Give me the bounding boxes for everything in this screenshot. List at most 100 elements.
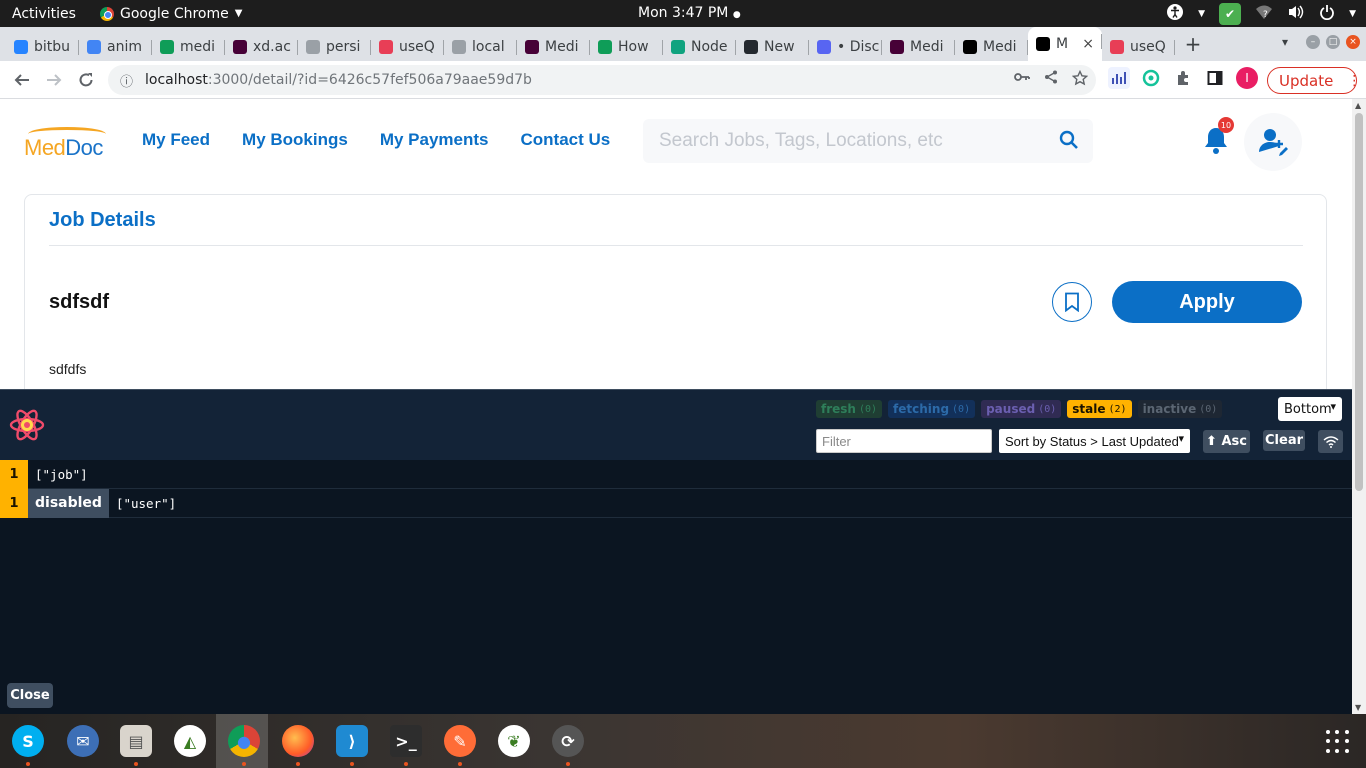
browser-tab[interactable]: local <box>444 33 517 61</box>
page-scrollbar[interactable]: ▲ ▼ <box>1352 99 1366 714</box>
svg-text:?: ? <box>1263 10 1268 20</box>
system-top-bar: Activities Google Chrome ▼ Mon 3:47 PM ●… <box>0 0 1366 27</box>
skype-icon[interactable]: S <box>10 723 46 766</box>
query-row[interactable]: 1 ["job"] <box>0 459 1352 489</box>
chevron-down-icon: ▼ <box>1349 9 1356 19</box>
files-icon[interactable]: ▤ <box>118 723 154 766</box>
tab-search-chevron-icon[interactable]: ▾ <box>1282 35 1288 49</box>
terminal-icon[interactable]: >_ <box>388 723 424 766</box>
browser-tab[interactable]: New <box>736 33 809 61</box>
firefox-icon[interactable] <box>280 723 316 766</box>
clear-cache-button[interactable]: Clear <box>1263 430 1305 451</box>
close-window-button[interactable]: × <box>1346 35 1360 49</box>
side-panel-icon[interactable] <box>1204 67 1226 89</box>
share-icon[interactable] <box>1044 70 1058 90</box>
nav-my-payments[interactable]: My Payments <box>380 130 489 150</box>
chevron-down-icon: ▼ <box>234 8 243 19</box>
sort-select[interactable]: Sort by Status > Last Updated ▾ <box>999 429 1190 453</box>
new-tab-button[interactable]: + <box>1175 32 1211 56</box>
vscode-icon[interactable]: ⟩ <box>334 723 370 766</box>
chrome-icon[interactable]: ● <box>226 723 262 766</box>
back-button[interactable] <box>6 64 38 96</box>
search-input[interactable] <box>659 130 1039 152</box>
search-icon[interactable] <box>1059 130 1079 154</box>
scroll-up-arrow-icon[interactable]: ▲ <box>1355 101 1361 110</box>
scroll-down-arrow-icon[interactable]: ▼ <box>1355 703 1361 712</box>
save-job-button[interactable] <box>1052 282 1092 322</box>
mail-icon[interactable]: ✉ <box>65 723 101 759</box>
browser-toolbar: ⓘ localhost:3000/detail/?id=6426c57fef50… <box>0 61 1366 99</box>
discord-icon <box>817 40 831 54</box>
postman-icon[interactable]: ✎ <box>442 723 478 766</box>
tab-title: medi <box>180 39 216 55</box>
browser-tab[interactable]: medi <box>152 33 225 61</box>
app-menu[interactable]: Google Chrome ▼ <box>100 6 242 22</box>
apply-button[interactable]: Apply <box>1112 281 1302 323</box>
activities-button[interactable]: Activities <box>0 6 94 22</box>
chrome-update-button[interactable]: Update ⋮ <box>1267 67 1361 94</box>
key-icon[interactable] <box>1014 70 1030 90</box>
panel-position-select[interactable]: Bottom <box>1278 397 1342 421</box>
update-shield-icon[interactable]: ✔ <box>1219 3 1242 25</box>
browser-tab[interactable]: xd.ac <box>225 33 298 61</box>
show-applications-icon[interactable] <box>1326 730 1350 754</box>
android-studio-icon[interactable]: ◭ <box>172 723 208 759</box>
browser-tab[interactable]: M × <box>1028 27 1102 61</box>
nav-my-bookings[interactable]: My Bookings <box>242 130 348 150</box>
profile-avatar[interactable]: I <box>1236 67 1258 89</box>
address-bar[interactable]: ⓘ localhost:3000/detail/?id=6426c57fef50… <box>108 65 1096 95</box>
puzzle-extensions-icon[interactable] <box>1172 67 1194 89</box>
sort-direction-button[interactable]: ⬆ Asc <box>1203 430 1250 453</box>
forward-button[interactable] <box>38 64 70 96</box>
browser-tab[interactable]: anim <box>79 33 152 61</box>
chevron-down-icon: ▾ <box>1178 432 1184 445</box>
query-status-badges: fresh (0) fetching (0) paused (0) stale (2) inac… <box>816 400 1223 418</box>
maximize-button[interactable]: □ <box>1326 35 1340 49</box>
nav-my-feed[interactable]: My Feed <box>142 130 210 150</box>
analytics-extension-icon[interactable] <box>1108 67 1130 89</box>
reload-button[interactable] <box>70 64 102 96</box>
close-tab-icon[interactable]: × <box>1082 36 1094 52</box>
site-info-icon[interactable]: ⓘ <box>120 71 133 90</box>
browser-tab[interactable]: persi <box>298 33 371 61</box>
browser-tab[interactable]: useQ <box>371 33 444 61</box>
browser-tab[interactable]: Node <box>663 33 736 61</box>
react-query-logo-icon[interactable] <box>8 406 46 444</box>
browser-tab[interactable]: • Disc <box>809 33 882 61</box>
clock[interactable]: Mon 3:47 PM ● <box>638 5 741 21</box>
browser-tab[interactable]: Medi <box>882 33 955 61</box>
bookmark-star-icon[interactable] <box>1071 69 1089 90</box>
user-profile-button[interactable] <box>1244 113 1302 171</box>
browser-tab[interactable]: useQ <box>1102 33 1175 61</box>
updater-icon[interactable]: ⟳ <box>550 723 586 766</box>
meddoc-logo[interactable]: MedDoc <box>24 125 118 161</box>
browser-tab[interactable]: How <box>590 33 663 61</box>
system-tray[interactable]: ▼ ✔ ? ▼ <box>1166 3 1356 25</box>
browser-tab[interactable]: Medi <box>955 33 1028 61</box>
globe-icon <box>452 40 466 54</box>
status-badge-fetching: fetching (0) <box>888 400 976 418</box>
nav-contact-us[interactable]: Contact Us <box>521 130 611 150</box>
grammarly-extension-icon[interactable] <box>1140 67 1162 89</box>
mongodb-icon[interactable]: ❦ <box>496 723 532 759</box>
logo-med: Med <box>24 135 66 160</box>
xd-icon <box>525 40 539 54</box>
mock-offline-button[interactable] <box>1318 430 1343 453</box>
accessibility-icon[interactable] <box>1166 3 1184 25</box>
scrollbar-thumb[interactable] <box>1355 113 1363 491</box>
logo-text: MedDoc <box>24 135 103 161</box>
query-filter-input[interactable] <box>816 429 992 453</box>
minimize-button[interactable]: – <box>1306 35 1320 49</box>
query-row[interactable]: 1 disabled ["user"] <box>0 488 1352 518</box>
tab-title: Medi <box>545 39 579 55</box>
notifications-button[interactable]: 10 <box>1202 117 1234 155</box>
ubuntu-dock: S ✉ ▤ ◭ ● ⟩ >_ ✎ ❦ ⟳ <box>0 714 1366 768</box>
browser-tab[interactable]: bitbu <box>6 33 79 61</box>
close-devtools-button[interactable]: Close <box>7 683 53 708</box>
power-icon[interactable] <box>1319 4 1335 24</box>
browser-tab[interactable]: Medi <box>517 33 590 61</box>
network-icon[interactable]: ? <box>1255 4 1273 24</box>
vscode-icon-glyph: ⟩ <box>336 725 368 757</box>
volume-icon[interactable] <box>1287 4 1305 24</box>
disabled-tag: disabled <box>28 488 109 518</box>
